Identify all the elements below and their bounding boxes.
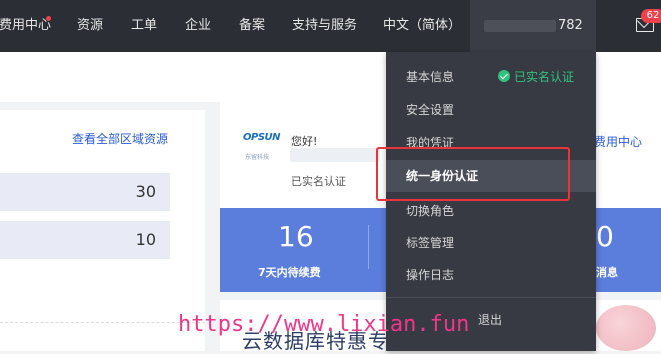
promo-decoration <box>596 305 656 351</box>
message-count-badge: 62 <box>641 9 661 23</box>
logo-brand-text: OPSUN <box>243 132 281 143</box>
resource-stat-row[interactable]: 30 <box>0 173 170 211</box>
nav-fee-center[interactable]: 费用中心 <box>0 0 51 52</box>
menu-divider <box>386 297 596 298</box>
check-circle-icon <box>498 70 510 82</box>
resource-stat-value: 10 <box>135 230 156 249</box>
stats-divider <box>368 225 369 269</box>
menu-item-operation-log[interactable]: 操作日志 <box>386 260 596 290</box>
nav-enterprise[interactable]: 企业 <box>185 0 211 52</box>
resource-stat-row[interactable]: 10 <box>0 221 170 259</box>
message-stat-label: 消息 <box>596 266 618 279</box>
menu-item-label: 标签管理 <box>406 236 455 250</box>
verified-badge: 已实名认证 <box>498 68 574 86</box>
verified-badge-text: 已实名认证 <box>514 70 575 84</box>
user-id-suffix: 782 <box>558 18 583 33</box>
resource-stat-value: 30 <box>135 182 156 201</box>
company-logo: OPSUN 东留科技 <box>243 130 281 164</box>
nav-language[interactable]: 中文（简体） <box>383 0 461 52</box>
nav-resources[interactable]: 资源 <box>77 0 103 52</box>
blurred-account-name <box>290 148 380 162</box>
nav-filing[interactable]: 备案 <box>239 0 265 52</box>
menu-item-label: 操作日志 <box>406 268 455 282</box>
menu-item-security[interactable]: 安全设置 <box>386 95 596 125</box>
fee-center-link[interactable]: 费用中心 <box>594 133 642 150</box>
verification-status: 已实名认证 <box>291 175 346 188</box>
top-nav-bar: 费用中心 资源 工单 企业 备案 支持与服务 中文（简体） 782 62 <box>0 0 661 52</box>
message-stat-count[interactable]: 0 <box>596 220 614 253</box>
highlight-annotation <box>376 147 570 201</box>
divider <box>0 322 205 323</box>
greeting-text: 您好! <box>291 135 318 148</box>
masked-user-id <box>484 20 556 32</box>
nav-support[interactable]: 支持与服务 <box>292 0 357 52</box>
watermark-text: https://www.lixian.fun <box>178 312 470 337</box>
menu-item-label: 安全设置 <box>406 103 455 117</box>
menu-item-tag-management[interactable]: 标签管理 <box>386 228 596 258</box>
menu-item-label: 退出 <box>478 313 503 327</box>
renew-count[interactable]: 16 <box>278 220 314 253</box>
notification-dot <box>46 16 51 21</box>
logo-sub-text: 东留科技 <box>245 154 270 161</box>
user-account-menu[interactable]: 782 <box>470 0 596 52</box>
renew-label: 7天内待续费 <box>258 266 321 279</box>
menu-item-label: 基本信息 <box>406 70 455 84</box>
nav-ticket[interactable]: 工单 <box>131 0 157 52</box>
all-region-resources-link[interactable]: 查看全部区域资源 <box>72 130 168 147</box>
